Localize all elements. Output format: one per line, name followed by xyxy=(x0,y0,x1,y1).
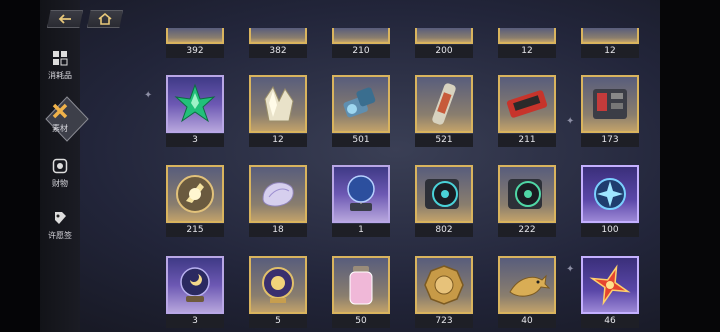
mechanical-part-icon xyxy=(343,87,376,118)
item-partial-icon xyxy=(415,28,473,44)
inventory-item[interactable]: 5 xyxy=(249,256,307,328)
top-nav xyxy=(47,10,123,28)
inventory-item[interactable]: 12 xyxy=(249,75,307,147)
item-count: 501 xyxy=(332,134,390,147)
item-count: 12 xyxy=(581,45,639,58)
chip-disc-green-icon xyxy=(508,179,542,209)
white-crystal-icon xyxy=(264,85,294,122)
item-count: 46 xyxy=(581,315,639,328)
inventory-item[interactable]: 210 xyxy=(332,28,390,58)
green-crystal-icon xyxy=(174,83,216,123)
inventory-item[interactable]: 12 xyxy=(581,28,639,58)
sidebar-item-label: 消耗品 xyxy=(48,71,72,80)
inventory-item[interactable]: 50 xyxy=(332,256,390,328)
item-count: 211 xyxy=(498,134,556,147)
chip-disc-icon xyxy=(425,179,459,209)
wish-tag-icon xyxy=(55,212,66,224)
inventory-item[interactable]: 723 xyxy=(415,256,473,328)
item-count: 5 xyxy=(249,315,307,328)
item-count: 200 xyxy=(415,45,473,58)
item-count: 40 xyxy=(498,315,556,328)
item-partial-icon xyxy=(581,28,639,44)
item-count: 210 xyxy=(332,45,390,58)
item-count: 1 xyxy=(332,224,390,237)
pink-jar-icon xyxy=(349,266,373,305)
inventory-item[interactable]: 382 xyxy=(249,28,307,58)
sidebar-item-valuables[interactable]: 财物 xyxy=(40,158,80,189)
ornate-orb-icon xyxy=(262,267,294,303)
item-count: 173 xyxy=(581,134,639,147)
inventory-item[interactable]: 802 xyxy=(415,165,473,237)
battery-tube-icon xyxy=(432,83,456,125)
item-partial-icon xyxy=(249,28,307,44)
item-count: 3 xyxy=(166,315,224,328)
inventory-item[interactable]: 200 xyxy=(415,28,473,58)
inventory-item[interactable]: 211 xyxy=(498,75,556,147)
inventory-item[interactable]: 3 xyxy=(166,256,224,328)
sidebar-item-label: 财物 xyxy=(52,179,68,188)
inventory-item[interactable]: 46 xyxy=(581,256,639,328)
consumables-icon xyxy=(53,51,68,66)
sidebar-item-label: 素材 xyxy=(52,124,68,133)
star-gear-icon xyxy=(594,178,626,210)
crystal-ball-icon xyxy=(180,267,210,302)
inventory-item[interactable]: 222 xyxy=(498,165,556,237)
red-star-icon xyxy=(589,264,631,306)
red-cassette-icon xyxy=(506,90,548,118)
sidebar-item-label: 许愿签 xyxy=(48,231,72,240)
item-count: 222 xyxy=(498,224,556,237)
item-count: 382 xyxy=(249,45,307,58)
item-count: 3 xyxy=(166,134,224,147)
inventory-item[interactable]: 18 xyxy=(249,165,307,237)
sidebar-item-consumables[interactable]: 消耗品 xyxy=(40,50,80,81)
inventory-item[interactable]: 40 xyxy=(498,256,556,328)
item-count: 12 xyxy=(249,134,307,147)
shell-icon xyxy=(262,182,294,207)
inventory-item[interactable]: 173 xyxy=(581,75,639,147)
golden-orb-icon xyxy=(176,175,214,213)
item-count: 521 xyxy=(415,134,473,147)
sparkle-decoration: ✦ xyxy=(144,90,153,101)
sidebar-item-wish-tags[interactable]: 许愿签 xyxy=(40,210,80,241)
home-icon xyxy=(98,13,112,25)
inventory-item[interactable]: 12 xyxy=(498,28,556,58)
item-partial-icon xyxy=(166,28,224,44)
item-count: 215 xyxy=(166,224,224,237)
valuables-icon xyxy=(52,158,68,174)
gold-fish-icon xyxy=(509,274,550,297)
right-edge xyxy=(660,0,720,332)
item-count: 18 xyxy=(249,224,307,237)
item-count: 50 xyxy=(332,315,390,328)
device-box-icon xyxy=(593,89,627,119)
inventory-item[interactable]: 501 xyxy=(332,75,390,147)
gold-coin-icon xyxy=(424,265,464,305)
inventory-item[interactable]: 1 xyxy=(332,165,390,237)
inventory-item[interactable]: 3 xyxy=(166,75,224,147)
materials-icon xyxy=(52,103,68,119)
item-count: 392 xyxy=(166,45,224,58)
item-count: 100 xyxy=(581,224,639,237)
inventory-item[interactable]: 100 xyxy=(581,165,639,237)
item-count: 723 xyxy=(415,315,473,328)
item-count: 802 xyxy=(415,224,473,237)
inventory-item[interactable]: 215 xyxy=(166,165,224,237)
back-button[interactable] xyxy=(47,10,83,28)
inventory-item[interactable]: 392 xyxy=(166,28,224,58)
inventory-item[interactable]: 521 xyxy=(415,75,473,147)
inventory-grid: 392 382 210 200 12 12 3 12 501 521 211 1… xyxy=(160,0,660,332)
item-partial-icon xyxy=(498,28,556,44)
back-arrow-icon xyxy=(58,14,71,24)
left-edge xyxy=(0,0,40,332)
globe-device-icon xyxy=(347,175,375,211)
item-partial-icon xyxy=(332,28,390,44)
home-button[interactable] xyxy=(87,10,123,28)
item-count: 12 xyxy=(498,45,556,58)
sidebar-item-materials[interactable]: 素材 xyxy=(40,103,80,134)
